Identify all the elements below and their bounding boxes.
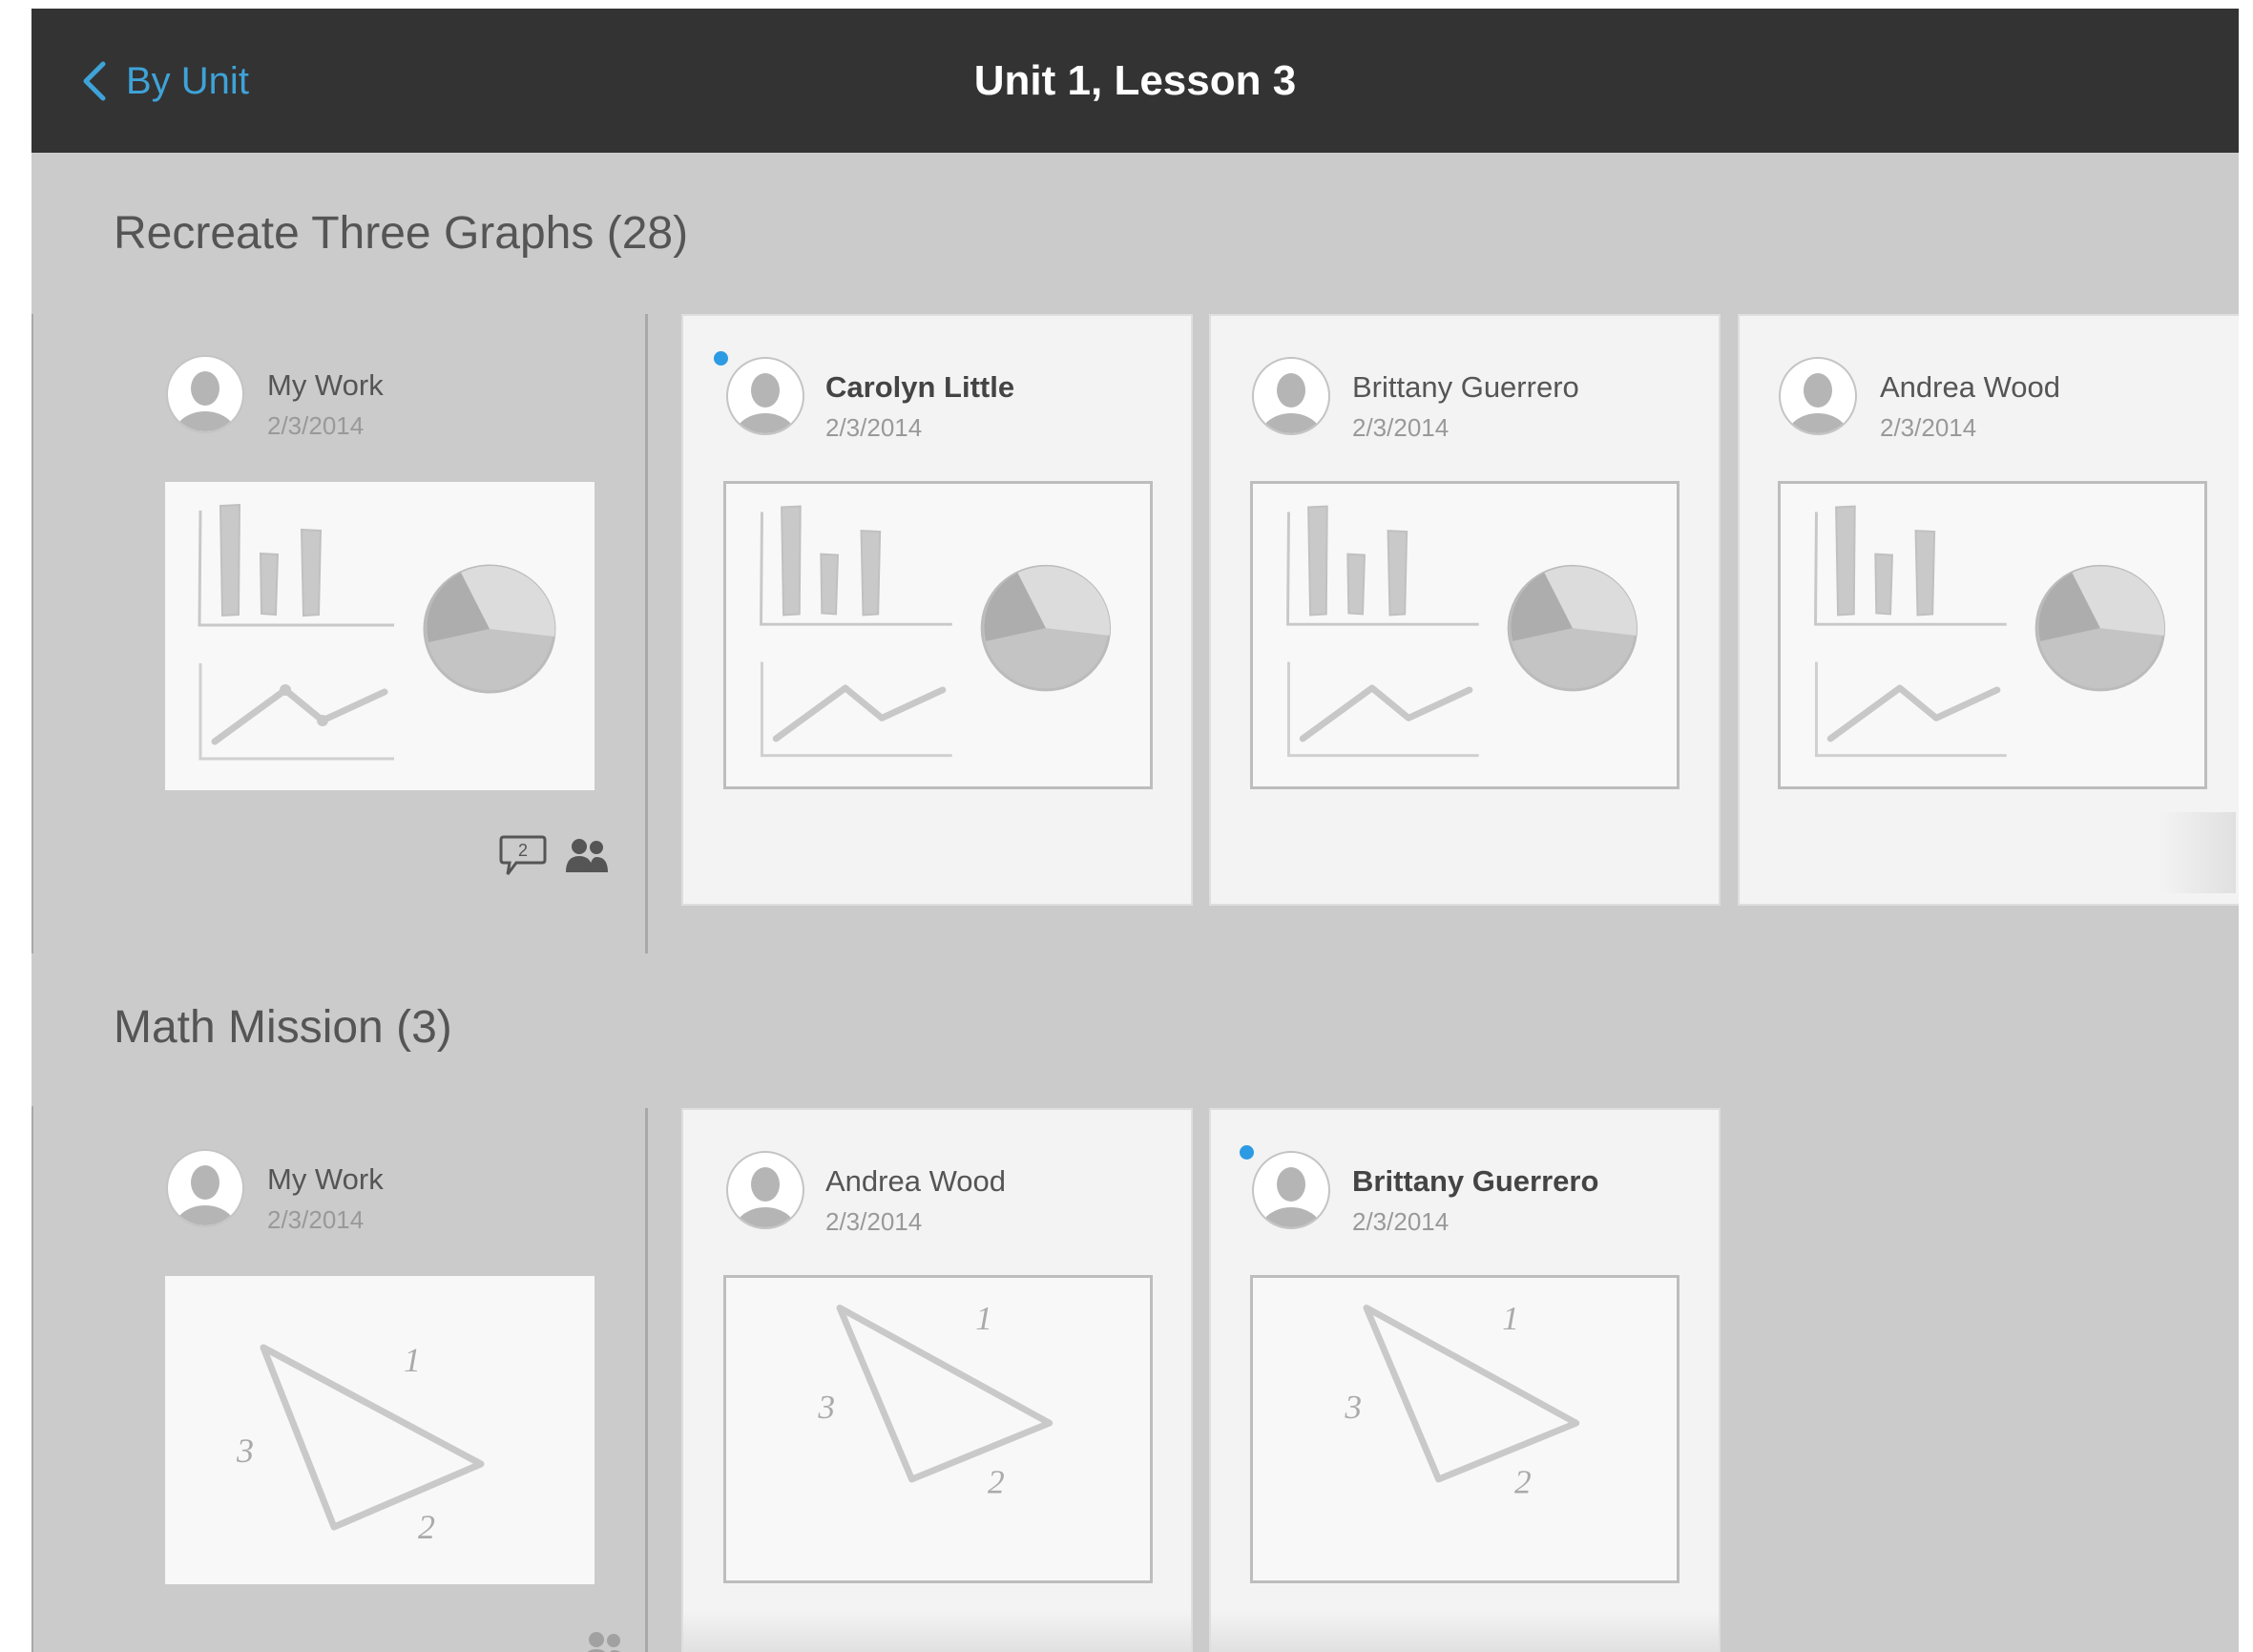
comment-icon[interactable]: 2: [499, 834, 547, 878]
side-label: 1: [404, 1341, 421, 1379]
my-work-date: 2/3/2014: [267, 411, 365, 440]
work-thumbnail: [723, 481, 1153, 789]
side-label: 2: [988, 1464, 1005, 1501]
app-window: Unit 1, Lesson 3 By Unit Recreate Three …: [31, 9, 2239, 1652]
fade-overlay: [1211, 1612, 1719, 1652]
comment-count: 2: [518, 841, 528, 860]
my-work-actions: [581, 1631, 627, 1652]
graphs-sketch: [1286, 505, 1638, 758]
group-icon[interactable]: [564, 838, 610, 874]
side-label: 1: [1502, 1300, 1519, 1337]
graphs-sketch: [198, 503, 556, 761]
work-thumbnail: 1 2 3: [165, 1276, 595, 1584]
avatar-icon: [1252, 357, 1330, 435]
my-work-card[interactable]: My Work 2/3/2014 1 2 3: [114, 1108, 625, 1652]
work-thumbnail: 1 2 3: [723, 1275, 1153, 1583]
side-label: 3: [1344, 1389, 1362, 1426]
back-button-label: By Unit: [126, 59, 249, 102]
my-work-label: My Work: [267, 368, 384, 402]
student-work-card[interactable]: Carolyn Little 2/3/2014: [681, 314, 1193, 906]
student-work-card[interactable]: Brittany Guerrero 2/3/2014: [1209, 314, 1721, 906]
section-title: Math Mission (3): [114, 1002, 452, 1053]
my-work-actions: 2: [499, 834, 610, 878]
submission-date: 2/3/2014: [825, 1207, 923, 1236]
student-name: Andrea Wood: [825, 1164, 1006, 1198]
avatar-icon: [1779, 357, 1857, 435]
my-work-card[interactable]: My Work 2/3/2014 2: [114, 314, 625, 906]
edge-divider: [31, 314, 33, 953]
student-name: Andrea Wood: [1880, 370, 2060, 404]
scroll-hint: [2159, 812, 2236, 893]
submission-date: 2/3/2014: [1352, 1207, 1450, 1236]
navigation-bar: Unit 1, Lesson 3 By Unit: [31, 9, 2239, 153]
section-divider: [645, 1108, 648, 1652]
fade-overlay: [683, 1612, 1191, 1652]
group-icon[interactable]: [581, 1631, 627, 1652]
work-thumbnail: [165, 482, 595, 790]
side-label: 3: [236, 1432, 254, 1470]
edge-divider: [31, 1106, 33, 1652]
avatar-icon: [726, 357, 804, 435]
student-work-card[interactable]: Andrea Wood 2/3/2014 1 2 3: [681, 1108, 1193, 1652]
submission-date: 2/3/2014: [1352, 413, 1450, 442]
avatar-icon: [166, 1149, 244, 1227]
side-label: 3: [817, 1389, 835, 1426]
page-title: Unit 1, Lesson 3: [973, 57, 1297, 104]
student-name: Brittany Guerrero: [1352, 1164, 1599, 1198]
section-divider: [645, 314, 648, 953]
graphs-sketch: [760, 505, 1112, 758]
avatar-icon: [166, 355, 244, 433]
work-thumbnail: [1250, 481, 1679, 789]
triangle-sketch: 1 2 3: [1344, 1300, 1580, 1501]
submission-date: 2/3/2014: [825, 413, 923, 442]
triangle-sketch: 1 2 3: [817, 1300, 1053, 1501]
graphs-sketch: [1814, 505, 2166, 758]
back-button[interactable]: By Unit: [74, 58, 249, 104]
side-label: 2: [418, 1508, 435, 1546]
submission-date: 2/3/2014: [1880, 413, 1977, 442]
work-thumbnail: [1778, 481, 2207, 789]
avatar-icon: [726, 1151, 804, 1229]
avatar-icon: [1252, 1151, 1330, 1229]
my-work-label: My Work: [267, 1162, 384, 1196]
work-thumbnail: 1 2 3: [1250, 1275, 1679, 1583]
student-work-card[interactable]: Andrea Wood 2/3/2014: [1738, 314, 2239, 906]
my-work-date: 2/3/2014: [267, 1205, 365, 1234]
student-work-card[interactable]: Brittany Guerrero 2/3/2014 1 2 3: [1209, 1108, 1721, 1652]
side-label: 2: [1514, 1464, 1532, 1501]
triangle-sketch: 1 2 3: [236, 1341, 485, 1546]
student-name: Brittany Guerrero: [1352, 370, 1579, 404]
chevron-left-icon: [83, 61, 106, 101]
section-title: Recreate Three Graphs (28): [114, 208, 689, 259]
side-label: 1: [975, 1300, 992, 1337]
student-name: Carolyn Little: [825, 370, 1015, 404]
